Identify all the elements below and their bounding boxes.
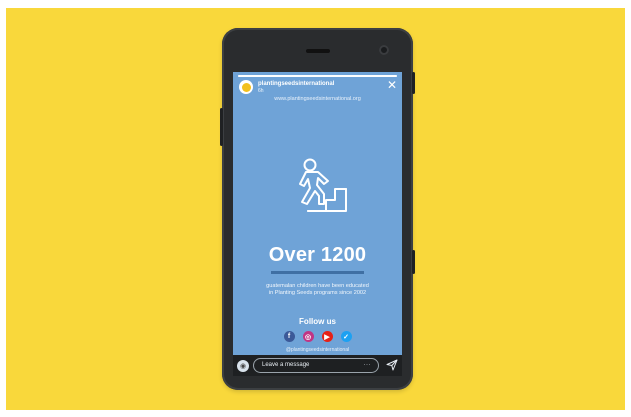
website-url[interactable]: www.plantingseedsinternational.org: [233, 96, 402, 102]
phone-side-button-right: [412, 72, 415, 94]
message-placeholder: Leave a message: [262, 362, 310, 368]
avatar-logo: [241, 82, 251, 92]
follow-us-label: Follow us: [299, 317, 336, 326]
message-input[interactable]: Leave a message ···: [253, 358, 379, 373]
account-name[interactable]: plantingseedsinternational: [258, 81, 334, 87]
person-climbing-stairs-icon: [299, 158, 347, 212]
story-progress-fill: [238, 75, 397, 77]
youtube-icon[interactable]: ▶: [321, 331, 333, 342]
divider-rule: [271, 271, 364, 274]
social-handle[interactable]: @plantingseedsinternational: [233, 347, 402, 353]
stat-description: guatemalan children have been educated i…: [266, 283, 369, 297]
close-icon[interactable]: ✕: [386, 79, 398, 91]
more-options-icon[interactable]: ···: [364, 359, 372, 372]
phone-device: plantingseedsinternational 6h ✕ www.plan…: [220, 28, 415, 390]
story-progress-bar: [238, 75, 397, 77]
phone-side-button-right-lower: [412, 250, 415, 274]
phone-side-button-left: [220, 108, 223, 146]
instagram-icon[interactable]: ◎: [302, 331, 314, 342]
send-icon[interactable]: [386, 359, 398, 371]
twitter-icon[interactable]: ✓: [340, 331, 352, 342]
story-reply-bar: ◉ Leave a message ···: [233, 355, 402, 376]
phone-speaker: [306, 49, 330, 53]
social-icons-row: f ◎ ▶ ✓: [233, 331, 402, 342]
front-camera: [379, 45, 389, 55]
account-avatar[interactable]: [239, 80, 253, 94]
story-screen[interactable]: plantingseedsinternational 6h ✕ www.plan…: [233, 72, 402, 355]
headline-stat: Over 1200: [268, 244, 367, 266]
camera-icon[interactable]: ◉: [237, 360, 249, 372]
facebook-icon[interactable]: f: [283, 331, 295, 342]
story-time: 6h: [258, 88, 264, 94]
